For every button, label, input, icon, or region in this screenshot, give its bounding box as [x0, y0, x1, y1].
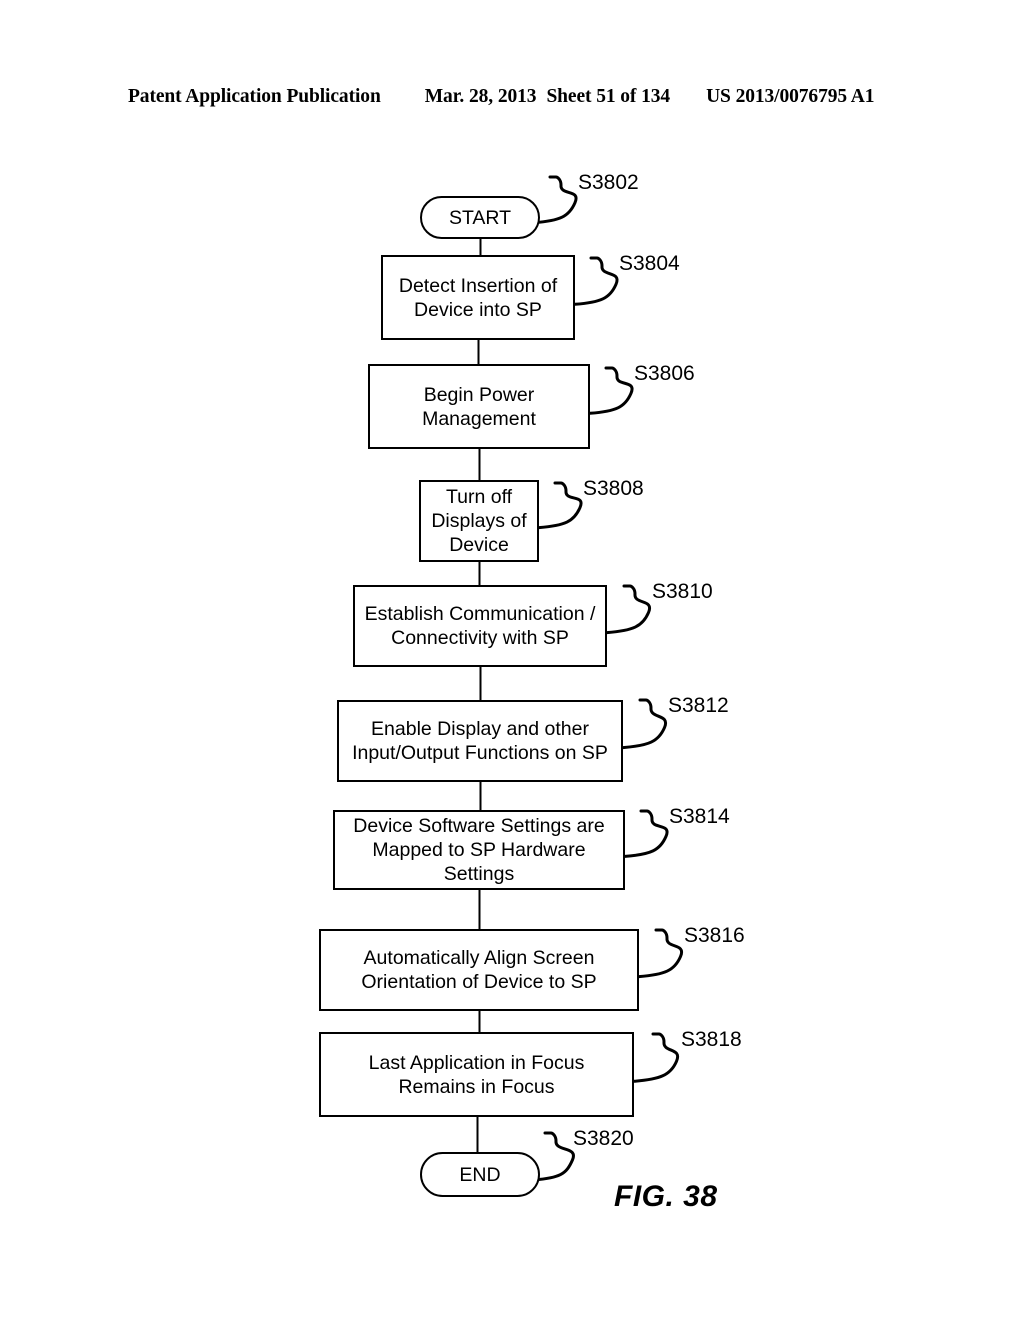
flowchart-node-establish-communication: Establish Communication / Connectivity w…	[353, 585, 607, 667]
reference-numeral-S3818: S3818	[681, 1028, 742, 1051]
leader-line-S3816	[637, 928, 684, 979]
flowchart-node-enable-display-io: Enable Display and other Input/Output Fu…	[337, 700, 623, 782]
flowchart-figure: START S3802 Detect Insertion of Device int…	[0, 0, 1024, 1320]
leader-line-S3810	[605, 584, 652, 635]
leader-line-S3818	[632, 1032, 680, 1083]
leader-line-S3812	[621, 698, 668, 750]
reference-numeral-S3806: S3806	[634, 362, 695, 385]
flowchart-node-map-settings: Device Software Settings are Mapped to S…	[333, 810, 625, 890]
flowchart-node-detect-insertion: Detect Insertion of Device into SP	[381, 255, 575, 340]
leader-line-S3814	[623, 809, 669, 858]
flowchart-node-start: START	[420, 196, 540, 239]
leader-line-S3804	[573, 256, 619, 306]
reference-numeral-S3816: S3816	[684, 924, 745, 947]
reference-numeral-S3802: S3802	[578, 171, 639, 194]
flowchart-node-label: Automatically Align Screen Orientation o…	[361, 947, 597, 993]
leader-line-S3808	[537, 481, 583, 530]
flowchart-node-begin-power-management: Begin Power Management	[368, 364, 590, 449]
reference-numeral-S3812: S3812	[668, 694, 729, 717]
flowchart-node-turn-off-displays: Turn off Displays of Device	[419, 480, 539, 562]
reference-numeral-S3810: S3810	[652, 580, 713, 603]
flowchart-node-last-application-focus: Last Application in Focus Remains in Foc…	[319, 1032, 634, 1117]
flowchart-node-label: Establish Communication / Connectivity w…	[364, 603, 596, 649]
figure-caption: FIG. 38	[614, 1180, 718, 1213]
flowchart-node-end: END	[420, 1152, 540, 1197]
flowchart-node-label: Detect Insertion of Device into SP	[398, 274, 558, 321]
reference-numeral-S3808: S3808	[583, 477, 644, 500]
flowchart-node-label: Turn off Displays of Device	[431, 486, 527, 556]
reference-numeral-S3820: S3820	[573, 1127, 634, 1150]
flowchart-node-label: END	[459, 1163, 501, 1186]
reference-numeral-S3804: S3804	[619, 252, 680, 275]
flowchart-node-label: Last Application in Focus Remains in Foc…	[368, 1051, 585, 1098]
flowchart-node-align-screen-orientation: Automatically Align Screen Orientation o…	[319, 929, 639, 1011]
flowchart-node-label: START	[448, 206, 512, 229]
flowchart-node-label: Enable Display and other Input/Output Fu…	[352, 718, 608, 764]
reference-numeral-S3814: S3814	[669, 805, 730, 828]
leader-line-S3806	[588, 366, 634, 415]
flowchart-node-label: Device Software Settings are Mapped to S…	[353, 815, 605, 885]
leader-line-S3802	[532, 175, 578, 225]
flowchart-node-label: Begin Power Management	[422, 383, 536, 430]
